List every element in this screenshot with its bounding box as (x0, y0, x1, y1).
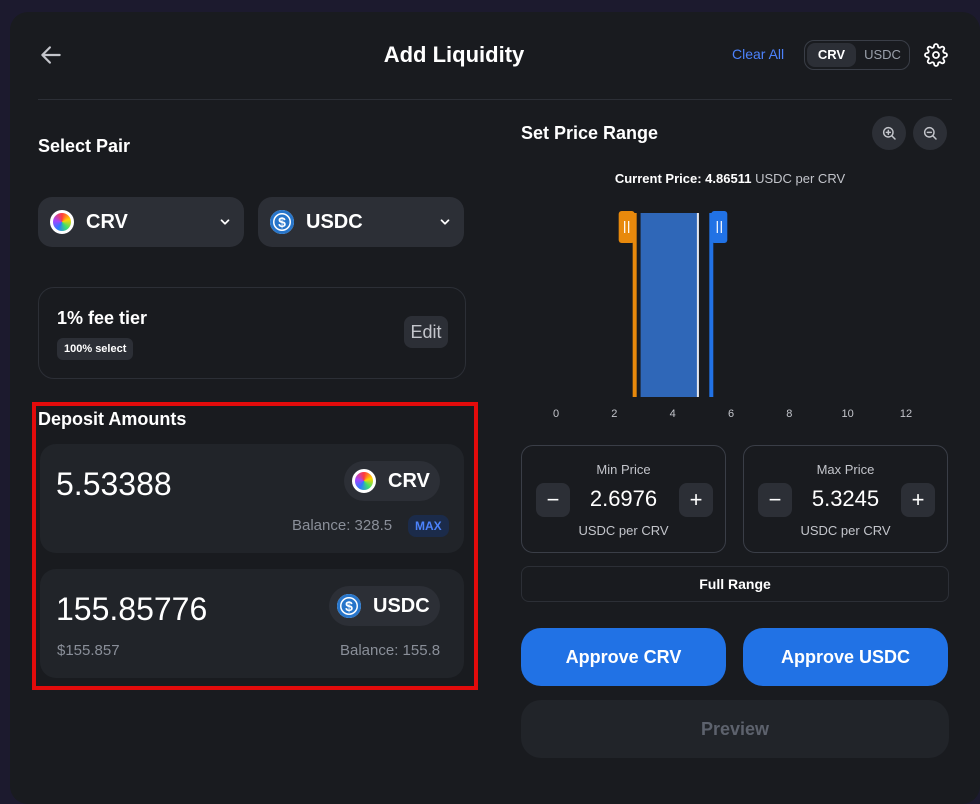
gear-icon[interactable] (924, 43, 948, 67)
current-price-label: Current Price: (614, 171, 702, 186)
fee-tier-label: 1% fee tier (57, 308, 148, 328)
max-price-handle[interactable] (711, 211, 728, 243)
min-price-increment-button[interactable]: + (679, 483, 713, 517)
chevron-down-icon (440, 219, 450, 225)
token-a-amount-input[interactable] (56, 466, 296, 503)
token-b-amount-input[interactable] (56, 591, 296, 628)
chevron-down-icon (220, 219, 230, 225)
zoom-out-icon (923, 126, 937, 140)
approve-crv-button[interactable]: Approve CRV (521, 628, 726, 686)
min-price-unit: USDC per CRV (578, 523, 669, 538)
token-b-symbol: USDC (373, 594, 430, 617)
header-divider (38, 99, 952, 100)
usdc-token-icon: $ (337, 594, 361, 618)
token-a-pill[interactable]: CRV (344, 461, 440, 501)
max-price-label: Max Price (816, 462, 875, 477)
usdc-token-icon: $ (270, 210, 294, 234)
approve-usdc-button[interactable]: Approve USDC (743, 628, 948, 686)
edit-fee-button[interactable]: Edit (404, 316, 448, 348)
token-b-name: USDC (306, 210, 363, 233)
max-price-unit: USDC per CRV (800, 523, 891, 538)
current-price-value: 4.86511 (705, 171, 752, 186)
clear-all-link[interactable]: Clear All (732, 46, 784, 62)
x-tick-label: 8 (786, 408, 792, 420)
min-price-label: Min Price (596, 462, 651, 477)
token-a-balance: Balance: 328.5 (292, 517, 393, 534)
toggle-crv[interactable]: CRV (807, 43, 856, 67)
token-b-usd-value: $155.857 (57, 642, 120, 659)
token-a-symbol: CRV (388, 469, 430, 492)
price-range-chart[interactable]: 0 2 4 6 8 10 12 (550, 207, 930, 427)
deposit-card-token-b: $ USDC $155.857 Balance: 155.8 (40, 569, 464, 678)
liquidity-band (640, 213, 699, 397)
x-tick-label: 10 (842, 408, 854, 420)
current-price-line (696, 213, 699, 397)
base-token-toggle: CRV USDC (804, 40, 910, 70)
x-tick-label: 0 (553, 408, 559, 420)
x-tick-label: 12 (900, 408, 912, 420)
full-range-button[interactable]: Full Range (521, 566, 949, 602)
x-tick-label: 4 (670, 408, 676, 420)
zoom-out-button[interactable] (913, 116, 947, 150)
deposit-card-token-a: CRV Balance: 328.5 MAX (40, 444, 464, 553)
max-price-increment-button[interactable]: + (901, 483, 935, 517)
crv-token-icon (352, 469, 376, 493)
zoom-in-icon (882, 126, 896, 140)
token-b-balance: Balance: 155.8 (340, 642, 441, 659)
max-button[interactable]: MAX (408, 515, 449, 537)
add-liquidity-panel: Add Liquidity Clear All CRV USDC Select … (10, 12, 980, 804)
current-price-unit: USDC per CRV (755, 171, 846, 186)
x-tick-label: 2 (611, 408, 617, 420)
max-price-box: Max Price − 5.3245 + USDC per CRV (743, 445, 948, 553)
x-tick-label: 6 (728, 408, 734, 420)
token-a-name: CRV (86, 210, 128, 233)
deposit-amounts-title: Deposit Amounts (38, 409, 187, 429)
current-price-readout: Current Price: 4.86511 USDC per CRV (520, 171, 940, 186)
token-a-select[interactable]: CRV (38, 197, 244, 247)
preview-button: Preview (521, 700, 949, 758)
fee-select-badge: 100% select (57, 338, 134, 360)
min-price-box: Min Price − 2.6976 + USDC per CRV (521, 445, 726, 553)
zoom-in-button[interactable] (872, 116, 906, 150)
select-pair-title: Select Pair (38, 136, 131, 156)
min-price-handle[interactable] (618, 211, 635, 243)
fee-tier-box: 1% fee tier 100% select Edit (38, 287, 466, 379)
toggle-usdc[interactable]: USDC (858, 43, 907, 67)
crv-token-icon (50, 210, 74, 234)
token-b-select[interactable]: $ USDC (258, 197, 464, 247)
token-b-pill[interactable]: $ USDC (329, 586, 440, 626)
price-range-title: Set Price Range (521, 123, 659, 143)
